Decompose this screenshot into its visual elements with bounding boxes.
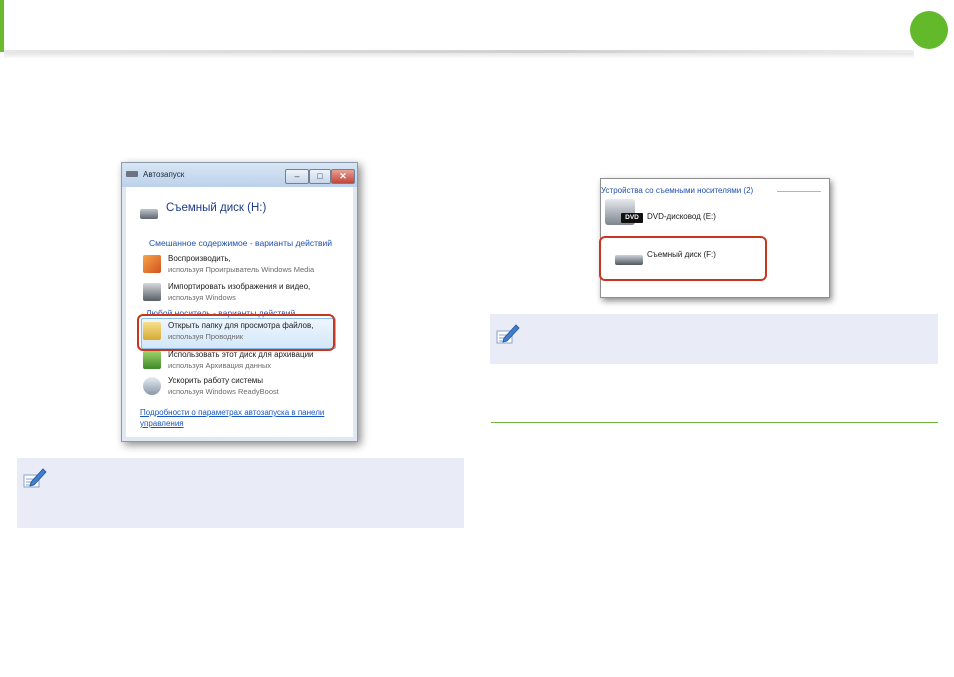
option-title: Ускорить работу системы — [168, 376, 264, 385]
header-shadow — [4, 53, 914, 59]
readyboost-icon — [143, 377, 161, 395]
dvd-badge: DVD — [621, 213, 643, 223]
dialog-body: Съемный диск (H:) Смешанное содержимое -… — [126, 187, 353, 437]
header-bar — [0, 0, 954, 59]
section-divider — [491, 422, 938, 423]
section-rule — [777, 191, 821, 192]
section-mixed-content: Смешанное содержимое - варианты действий — [149, 238, 333, 248]
media-player-icon — [143, 255, 161, 273]
autorun-settings-link[interactable]: Подробности о параметрах автозапуска в п… — [140, 407, 340, 429]
autorun-dialog: Автозапуск – □ ✕ Съемный диск (H:) Смеша… — [121, 162, 358, 442]
note-box — [490, 314, 938, 364]
note-pen-icon — [22, 466, 48, 495]
option-subtitle: используя Проигрыватель Windows Media — [168, 265, 315, 274]
option-subtitle: используя Windows — [168, 293, 236, 302]
camera-icon — [143, 283, 161, 301]
option-subtitle: используя Windows ReadyBoost — [168, 387, 279, 396]
dialog-title: Автозапуск — [143, 170, 185, 179]
option-title: Использовать этот диск для архивации — [168, 350, 314, 359]
backup-icon — [143, 351, 161, 369]
item-label: DVD-дисковод (E:) — [647, 212, 716, 221]
dialog-titlebar: Автозапуск – □ ✕ — [122, 163, 357, 187]
note-pen-icon — [495, 322, 521, 351]
section-removable-devices: Устройства со съемными носителями (2) — [601, 186, 754, 195]
highlight-ring-open-folder — [137, 314, 335, 351]
drive-title-icon — [126, 171, 138, 177]
note-box — [17, 458, 464, 528]
drive-name: Съемный диск (H:) — [166, 202, 267, 214]
close-button[interactable]: ✕ — [331, 169, 355, 184]
page-marker-circle — [910, 11, 948, 49]
option-title: Воспроизводить, — [168, 254, 231, 263]
minimize-button[interactable]: – — [285, 169, 309, 184]
option-subtitle: используя Архивация данных — [168, 361, 272, 370]
option-title: Импортировать изображения и видео, — [168, 282, 311, 291]
header-accent — [0, 0, 4, 52]
removable-drive-icon — [140, 209, 158, 219]
highlight-ring-removable-disk — [599, 236, 767, 281]
maximize-button[interactable]: □ — [309, 169, 331, 184]
